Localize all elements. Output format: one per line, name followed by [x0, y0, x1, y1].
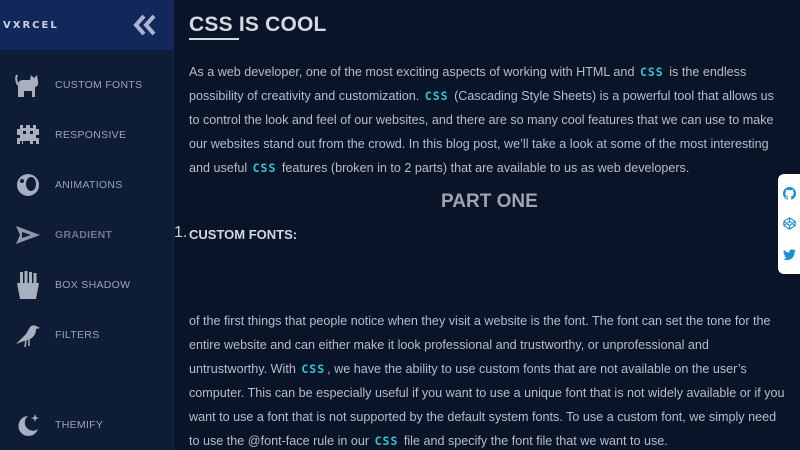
- title-underline: [189, 38, 239, 40]
- brand-bar: VXRCEL: [0, 0, 173, 50]
- space-invader-icon: [13, 120, 43, 150]
- sidebar-item-label: FILTERS: [55, 329, 100, 341]
- page-title: CSS IS COOL: [189, 13, 327, 36]
- sidebar-item-responsive[interactable]: RESPONSIVE: [0, 115, 174, 155]
- double-chevron-left-icon: [133, 14, 156, 36]
- cat-icon: [13, 70, 43, 100]
- sidebar-item-custom-fonts[interactable]: CUSTOM FONTS: [0, 65, 174, 105]
- list-number: 1.: [174, 224, 188, 241]
- sidebar-item-animations[interactable]: ANIMATIONS: [0, 165, 174, 205]
- sidebar: VXRCEL CUSTOM FONTS RESPONSIVE ANIMATION…: [0, 0, 174, 450]
- sidebar-item-gradient[interactable]: GRADIENT: [0, 215, 174, 255]
- inline-code: CSS: [374, 434, 399, 448]
- social-links: [778, 174, 800, 274]
- twitter-icon[interactable]: [782, 248, 796, 262]
- collapse-sidebar-button[interactable]: [131, 13, 159, 37]
- sidebar-item-filters[interactable]: FILTERS: [0, 315, 174, 355]
- section-body: of the first things that people notice w…: [189, 314, 785, 448]
- planet-icon: [13, 170, 43, 200]
- sidebar-item-label: ANIMATIONS: [55, 179, 123, 191]
- sidebar-item-box-shadow[interactable]: BOX SHADOW: [0, 265, 174, 305]
- spaceship-icon: [13, 220, 43, 250]
- codepen-icon[interactable]: [782, 217, 796, 231]
- crow-icon: [13, 320, 43, 350]
- inline-code: CSS: [252, 161, 277, 175]
- intro-paragraph: As a web developer, one of the most exci…: [189, 65, 774, 175]
- sidebar-item-label: GRADIENT: [55, 229, 113, 241]
- themify-label: THEMIFY: [55, 419, 104, 431]
- sidebar-item-label: CUSTOM FONTS: [55, 79, 143, 91]
- article: CSS IS COOL As a web developer, one of t…: [174, 0, 800, 450]
- github-icon[interactable]: [782, 186, 796, 200]
- inline-code: CSS: [301, 362, 326, 376]
- inline-code: CSS: [639, 65, 664, 79]
- part-heading: PART ONE: [441, 191, 538, 212]
- inline-code: CSS: [424, 89, 449, 103]
- moon-icon: [13, 410, 43, 440]
- sidebar-item-label: RESPONSIVE: [55, 129, 127, 141]
- sidebar-item-label: BOX SHADOW: [55, 279, 131, 291]
- section-heading: CUSTOM FONTS:: [189, 227, 298, 242]
- themify-button[interactable]: THEMIFY: [0, 405, 174, 445]
- fries-icon: [13, 270, 43, 300]
- brand-logo[interactable]: VXRCEL: [3, 20, 59, 31]
